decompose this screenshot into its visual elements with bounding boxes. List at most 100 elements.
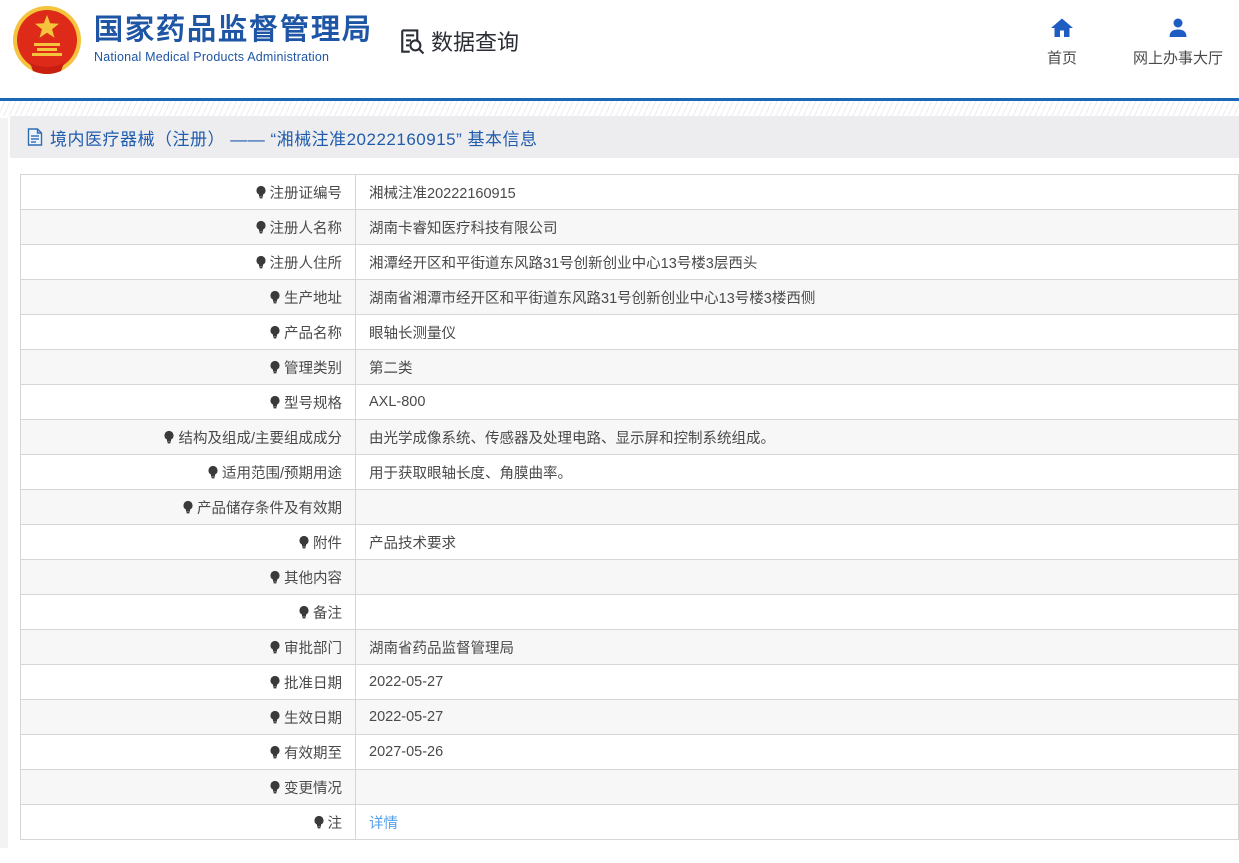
field-label-text: 生产地址 <box>284 290 342 307</box>
national-emblem-icon <box>13 6 81 74</box>
detail-link[interactable]: 详情 <box>369 812 398 833</box>
field-label-text: 适用范围/预期用途 <box>221 465 342 482</box>
field-label-text: 附件 <box>313 535 342 552</box>
header-nav: 首页 网上办事大厅 <box>1047 16 1223 68</box>
field-label: 其他内容 <box>21 560 356 594</box>
field-label-text: 有效期至 <box>284 745 342 762</box>
table-row: 注册人住所 湘潭经开区和平街道东风路31号创新创业中心13号楼3层西头 <box>21 245 1238 280</box>
field-label-text: 注册证编号 <box>269 185 343 202</box>
table-row: 适用范围/预期用途 用于获取眼轴长度、角膜曲率。 <box>21 455 1238 490</box>
table-row: 结构及组成/主要组成成分 由光学成像系统、传感器及处理电路、显示屏和控制系统组成… <box>21 420 1238 455</box>
field-value: 湖南省湘潭市经开区和平街道东风路31号创新创业中心13号楼3楼西侧 <box>369 290 816 307</box>
field-label: 审批部门 <box>21 630 356 664</box>
note-bulb-icon <box>269 710 281 725</box>
table-row: 注册人名称 湖南卡睿知医疗科技有限公司 <box>21 210 1238 245</box>
table-row: 审批部门 湖南省药品监督管理局 <box>21 630 1238 665</box>
table-row: 生效日期 2022-05-27 <box>21 700 1238 735</box>
field-label-text: 其他内容 <box>284 570 342 587</box>
brand-title-en: National Medical Products Administration <box>94 49 330 64</box>
note-bulb-icon <box>269 640 281 655</box>
note-bulb-icon <box>269 675 281 690</box>
page-title: 境内医疗器械（注册） —— “湘械注准20222160915” 基本信息 <box>50 129 538 149</box>
field-label: 结构及组成/主要组成成分 <box>21 420 356 454</box>
note-bulb-icon <box>269 745 281 760</box>
note-bulb-icon <box>298 605 310 620</box>
note-bulb-icon <box>255 255 267 270</box>
field-value: 眼轴长测量仪 <box>369 325 456 342</box>
document-search-icon <box>401 29 425 55</box>
home-icon <box>1050 18 1073 37</box>
field-label-text: 生效日期 <box>284 710 342 727</box>
detail-table: 注册证编号 湘械注准20222160915 注册人名称 湖南卡睿知医疗科技有限公… <box>20 174 1239 840</box>
field-label: 注册人名称 <box>21 210 356 244</box>
field-value: 湖南卡睿知医疗科技有限公司 <box>369 220 558 237</box>
field-label: 备注 <box>21 595 356 629</box>
table-row: 产品名称 眼轴长测量仪 <box>21 315 1238 350</box>
field-value: 2027-05-26 <box>369 744 444 760</box>
field-label-text: 注 <box>327 815 343 832</box>
table-row: 变更情况 <box>21 770 1238 805</box>
table-row: 产品储存条件及有效期 <box>21 490 1238 525</box>
field-value: AXL-800 <box>369 394 426 410</box>
field-label: 注册证编号 <box>21 175 356 209</box>
field-label: 注 <box>21 805 356 839</box>
field-label: 批准日期 <box>21 665 356 699</box>
note-bulb-icon <box>207 465 219 480</box>
table-row: 管理类别 第二类 <box>21 350 1238 385</box>
field-value: 详情 <box>356 805 1238 839</box>
table-row: 注 详情 <box>21 805 1238 840</box>
field-label-text: 产品名称 <box>284 325 342 342</box>
field-label: 管理类别 <box>21 350 356 384</box>
field-label: 注册人住所 <box>21 245 356 279</box>
note-bulb-icon <box>255 185 267 200</box>
field-label: 有效期至 <box>21 735 356 769</box>
brand-title-cn: 国家药品监督管理局 <box>94 14 374 46</box>
table-row: 注册证编号 湘械注准20222160915 <box>21 175 1238 210</box>
note-bulb-icon <box>182 500 194 515</box>
nmpa-logo[interactable]: 国家药品监督管理局 National Medical Products Admi… <box>12 5 373 77</box>
field-value: 2022-05-27 <box>369 709 444 725</box>
note-bulb-icon <box>269 395 281 410</box>
field-label: 产品名称 <box>21 315 356 349</box>
field-value: 第二类 <box>369 360 413 377</box>
nav-item-service-hall[interactable]: 网上办事大厅 <box>1133 16 1223 68</box>
note-bulb-icon <box>269 290 281 305</box>
field-label-text: 管理类别 <box>284 360 342 377</box>
field-value <box>356 560 1238 594</box>
data-query-tab[interactable]: 数据查询 <box>396 25 519 57</box>
field-value: 湖南省药品监督管理局 <box>369 640 514 657</box>
brand-text: 国家药品监督管理局 National Medical Products Admi… <box>94 5 373 64</box>
nav-item-label: 首页 <box>1046 50 1077 67</box>
field-label-text: 备注 <box>313 605 342 622</box>
field-label-text: 变更情况 <box>284 780 342 797</box>
table-row: 其他内容 <box>21 560 1238 595</box>
section-titlebar: 境内医疗器械（注册） —— “湘械注准20222160915” 基本信息 <box>10 116 1239 158</box>
user-icon <box>1169 18 1187 37</box>
table-row: 批准日期 2022-05-27 <box>21 665 1238 700</box>
field-label: 生效日期 <box>21 700 356 734</box>
field-label: 适用范围/预期用途 <box>21 455 356 489</box>
stripe-band <box>0 101 1239 116</box>
field-value <box>356 770 1238 804</box>
note-bulb-icon <box>255 220 267 235</box>
field-label: 附件 <box>21 525 356 559</box>
note-bulb-icon <box>163 430 175 445</box>
nav-item-home[interactable]: 首页 <box>1047 16 1077 68</box>
field-value <box>356 490 1238 524</box>
field-label-text: 产品储存条件及有效期 <box>197 500 342 517</box>
field-label-text: 注册人名称 <box>269 220 343 237</box>
note-bulb-icon <box>269 325 281 340</box>
note-bulb-icon <box>313 815 325 830</box>
field-label: 产品储存条件及有效期 <box>21 490 356 524</box>
note-bulb-icon <box>269 360 281 375</box>
field-label-text: 审批部门 <box>284 640 342 657</box>
table-row: 型号规格 AXL-800 <box>21 385 1238 420</box>
field-label-text: 结构及组成/主要组成成分 <box>178 430 342 447</box>
table-row: 生产地址 湖南省湘潭市经开区和平街道东风路31号创新创业中心13号楼3楼西侧 <box>21 280 1238 315</box>
field-label-text: 批准日期 <box>284 675 342 692</box>
note-bulb-icon <box>269 570 281 585</box>
table-row: 有效期至 2027-05-26 <box>21 735 1238 770</box>
field-value: 由光学成像系统、传感器及处理电路、显示屏和控制系统组成。 <box>369 430 775 447</box>
field-value: 湘械注准20222160915 <box>369 185 516 202</box>
document-icon <box>27 128 43 146</box>
